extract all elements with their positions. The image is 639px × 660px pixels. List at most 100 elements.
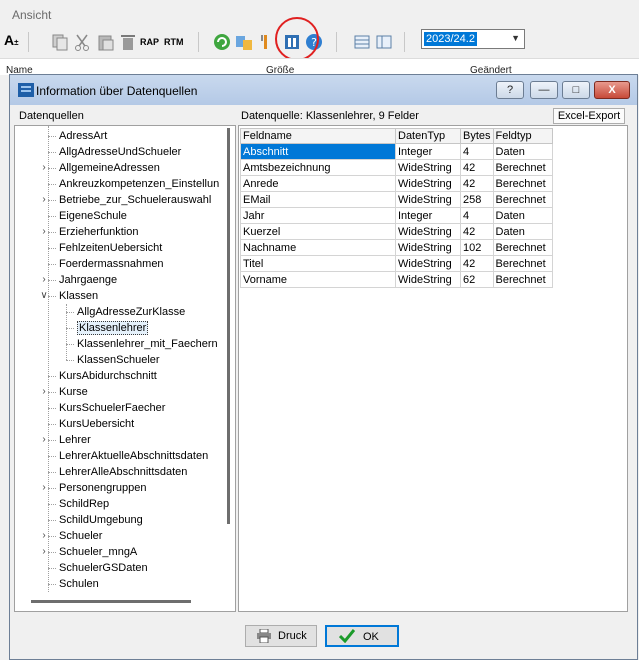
- tree-item[interactable]: SchildRep: [59, 496, 109, 512]
- school-year-select[interactable]: 2023/24.2 ▼: [421, 29, 525, 49]
- tree-item[interactable]: AllgAdresseUndSchueler: [59, 144, 181, 160]
- table-row[interactable]: Jahr Integer 4 Daten: [240, 207, 553, 224]
- table-row[interactable]: Nachname WideString 102 Berechnet: [240, 239, 553, 256]
- table-cell[interactable]: WideString: [395, 255, 461, 272]
- table-row[interactable]: Abschnitt Integer 4 Daten: [240, 143, 553, 160]
- table-cell[interactable]: 42: [460, 223, 494, 240]
- tree-item[interactable]: KursUebersicht: [59, 416, 134, 432]
- column-header-bytes[interactable]: Bytes: [460, 128, 494, 144]
- tree-vertical-scrollbar[interactable]: [223, 126, 235, 554]
- delete-icon[interactable]: [118, 32, 138, 52]
- tree-item[interactable]: AdressArt: [59, 128, 107, 144]
- tree-item[interactable]: LehrerAlleAbschnittsdaten: [59, 464, 187, 480]
- tree-item[interactable]: Betriebe_zur_Schuelerauswahl: [59, 192, 211, 208]
- table-cell[interactable]: WideString: [395, 159, 461, 176]
- ok-button[interactable]: OK: [325, 625, 399, 647]
- table-cell[interactable]: 102: [460, 239, 494, 256]
- tree-item[interactable]: Klassen: [59, 288, 98, 304]
- table-cell[interactable]: WideString: [395, 175, 461, 192]
- tree-item[interactable]: SchuelerGSDaten: [59, 560, 148, 576]
- table-cell[interactable]: Berechnet: [492, 271, 553, 288]
- dialog-titlebar[interactable]: Information über Datenquellen ? — □ X: [10, 75, 637, 105]
- tree-item[interactable]: KursSchuelerFaecher: [59, 400, 165, 416]
- table-row[interactable]: EMail WideString 258 Berechnet: [240, 191, 553, 208]
- table-cell[interactable]: Abschnitt: [240, 143, 396, 160]
- tree-item[interactable]: FehlzeitenUebersicht: [59, 240, 162, 256]
- table-cell[interactable]: Daten: [492, 223, 553, 240]
- table-cell[interactable]: Amtsbezeichnung: [240, 159, 396, 176]
- tree-item[interactable]: LehrerAktuelleAbschnittsdaten: [59, 448, 208, 464]
- font-size-icon[interactable]: A±: [4, 32, 24, 52]
- table-cell[interactable]: Daten: [492, 143, 553, 160]
- rap-icon[interactable]: RAP: [140, 32, 160, 52]
- tree-vertical-scroll-thumb[interactable]: [227, 128, 230, 524]
- table-cell[interactable]: Jahr: [240, 207, 396, 224]
- table-cell[interactable]: Titel: [240, 255, 396, 272]
- paste-icon[interactable]: [96, 32, 116, 52]
- export-icon[interactable]: [234, 32, 254, 52]
- tree-item[interactable]: Kurse: [59, 384, 88, 400]
- tree-item[interactable]: Jahrgaenge: [59, 272, 117, 288]
- table-cell[interactable]: Berechnet: [492, 175, 553, 192]
- table-cell[interactable]: WideString: [395, 239, 461, 256]
- close-button[interactable]: X: [594, 81, 630, 99]
- tree-item[interactable]: KursAbidurchschnitt: [59, 368, 157, 384]
- table-cell[interactable]: Anrede: [240, 175, 396, 192]
- tree-item[interactable]: Schueler_mngA: [59, 544, 137, 560]
- list-view-icon[interactable]: [374, 32, 394, 52]
- print-button[interactable]: Druck: [245, 625, 317, 647]
- table-cell[interactable]: Daten: [492, 207, 553, 224]
- table-cell[interactable]: Berechnet: [492, 255, 553, 272]
- table-cell[interactable]: Integer: [395, 143, 461, 160]
- table-cell[interactable]: 4: [460, 207, 494, 224]
- refresh-icon[interactable]: [212, 32, 232, 52]
- tree-item[interactable]: AllgAdresseZurKlasse: [77, 304, 185, 320]
- table-row[interactable]: Titel WideString 42 Berechnet: [240, 255, 553, 272]
- table-cell[interactable]: EMail: [240, 191, 396, 208]
- rtm-icon[interactable]: RTM: [164, 32, 184, 52]
- tree-item[interactable]: Foerdermassnahmen: [59, 256, 164, 272]
- table-cell[interactable]: 42: [460, 255, 494, 272]
- table-cell[interactable]: 4: [460, 143, 494, 160]
- table-row[interactable]: Kuerzel WideString 42 Daten: [240, 223, 553, 240]
- tree-item[interactable]: Schulen: [59, 576, 99, 592]
- table-row[interactable]: Anrede WideString 42 Berechnet: [240, 175, 553, 192]
- tree-item[interactable]: SchildUmgebung: [59, 512, 143, 528]
- table-cell[interactable]: 258: [460, 191, 494, 208]
- tree-item[interactable]: EigeneSchule: [59, 208, 127, 224]
- grid-view-icon[interactable]: [352, 32, 372, 52]
- tree-item[interactable]: Klassenlehrer_mit_Faechern: [77, 336, 218, 352]
- table-cell[interactable]: WideString: [395, 271, 461, 288]
- tools-icon[interactable]: [256, 32, 276, 52]
- menu-ansicht[interactable]: Ansicht: [12, 8, 51, 22]
- tree-item[interactable]: Erzieherfunktion: [59, 224, 139, 240]
- table-cell[interactable]: 42: [460, 159, 494, 176]
- tree-item[interactable]: Personengruppen: [59, 480, 146, 496]
- table-cell[interactable]: 42: [460, 175, 494, 192]
- table-cell[interactable]: Kuerzel: [240, 223, 396, 240]
- tree-item[interactable]: Klassenlehrer: [77, 320, 149, 336]
- datasource-tree[interactable]: AdressArt AllgAdresseUndSchueler Allgemein…: [14, 125, 236, 612]
- table-cell[interactable]: WideString: [395, 191, 461, 208]
- tree-horizontal-scroll-thumb[interactable]: [31, 600, 191, 603]
- cut-icon[interactable]: [72, 32, 92, 52]
- table-cell[interactable]: Berechnet: [492, 159, 553, 176]
- table-row[interactable]: Amtsbezeichnung WideString 42 Berechnet: [240, 159, 553, 176]
- chevron-down-icon[interactable]: ▼: [511, 33, 520, 43]
- column-header-feldname[interactable]: Feldname: [240, 128, 396, 144]
- tree-item[interactable]: Schueler: [59, 528, 102, 544]
- help-button[interactable]: ?: [496, 81, 524, 99]
- column-header-feldtyp[interactable]: Feldtyp: [492, 128, 553, 144]
- column-header-datentyp[interactable]: DatenTyp: [395, 128, 461, 144]
- tree-item[interactable]: AllgemeineAdressen: [59, 160, 160, 176]
- table-cell[interactable]: WideString: [395, 223, 461, 240]
- copy-icon[interactable]: [50, 32, 70, 52]
- tree-item[interactable]: Lehrer: [59, 432, 91, 448]
- table-cell[interactable]: Berechnet: [492, 239, 553, 256]
- table-cell[interactable]: Vorname: [240, 271, 396, 288]
- maximize-button[interactable]: □: [562, 81, 590, 99]
- minimize-button[interactable]: —: [530, 81, 558, 99]
- table-cell[interactable]: 62: [460, 271, 494, 288]
- excel-export-button[interactable]: Excel-Export: [553, 108, 625, 124]
- table-row[interactable]: Vorname WideString 62 Berechnet: [240, 271, 553, 288]
